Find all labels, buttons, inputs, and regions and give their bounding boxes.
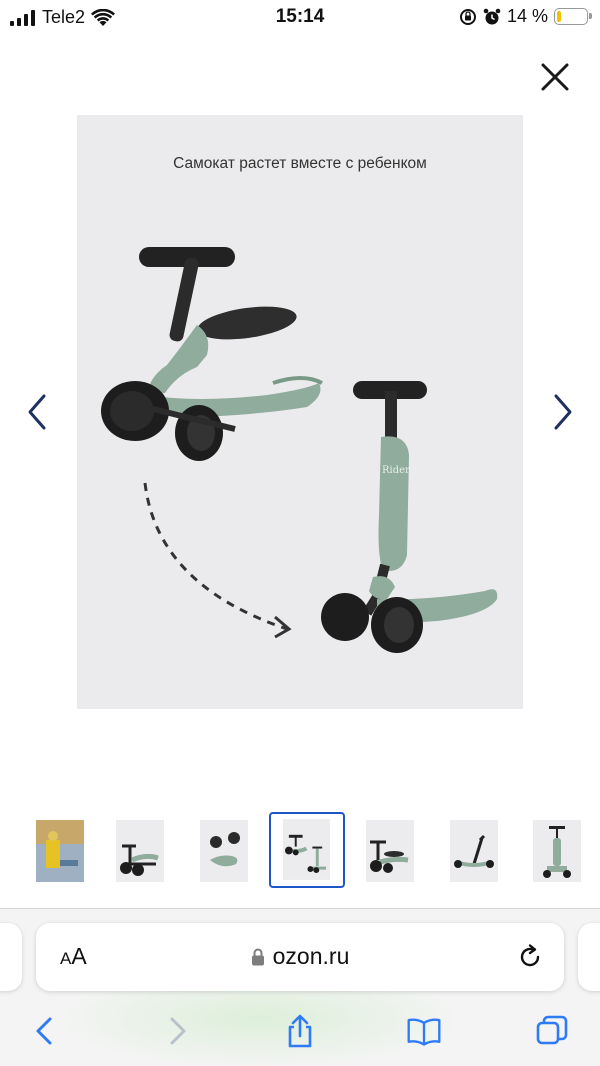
chevron-right-icon[interactable] [548, 390, 578, 434]
reload-icon[interactable] [516, 943, 544, 971]
scooter-seated-mode [101, 247, 323, 461]
thumbnail-7[interactable] [533, 820, 581, 882]
svg-text:Rider: Rider [382, 465, 410, 476]
lock-icon [251, 948, 264, 965]
previous-tab-peek[interactable] [0, 923, 22, 991]
chevron-left-icon[interactable] [22, 390, 52, 434]
orientation-lock-icon [459, 8, 476, 25]
next-tab-peek[interactable] [578, 923, 600, 991]
status-bar: Tele2 15:14 14 % [0, 0, 600, 36]
thumbnail-2[interactable] [116, 820, 164, 882]
forward-icon[interactable] [158, 1013, 194, 1049]
scooter-standing-mode: Rider [321, 381, 498, 653]
battery-level [557, 11, 561, 22]
back-icon[interactable] [28, 1013, 64, 1049]
scooter-illustration: Rider [101, 247, 498, 653]
address-bar[interactable]: AA ozon.ru [36, 923, 564, 991]
url-text: ozon.ru [272, 943, 350, 969]
browser-bar: AA ozon.ru [0, 908, 600, 1066]
thumbnail-6[interactable] [450, 820, 498, 882]
status-right: 14 % [459, 6, 592, 27]
tabs-icon[interactable] [534, 1013, 570, 1049]
url-display[interactable]: ozon.ru [36, 943, 564, 970]
thumbnail-1[interactable] [36, 820, 84, 882]
browser-toolbar [0, 1007, 600, 1057]
battery-icon [554, 8, 592, 25]
battery-percent: 14 % [506, 6, 548, 26]
share-icon[interactable] [282, 1013, 318, 1049]
thumbnail-5[interactable] [366, 820, 414, 882]
alarm-icon [483, 8, 501, 24]
thumbnail-strip [0, 812, 600, 890]
product-image[interactable]: Самокат растет вместе с ребенком Rider [77, 115, 523, 709]
transform-arrow [143, 482, 288, 631]
bookmarks-icon[interactable] [406, 1013, 442, 1049]
thumbnail-3[interactable] [200, 820, 248, 882]
thumbnail-4-active[interactable] [269, 812, 345, 888]
close-icon[interactable] [538, 60, 572, 94]
